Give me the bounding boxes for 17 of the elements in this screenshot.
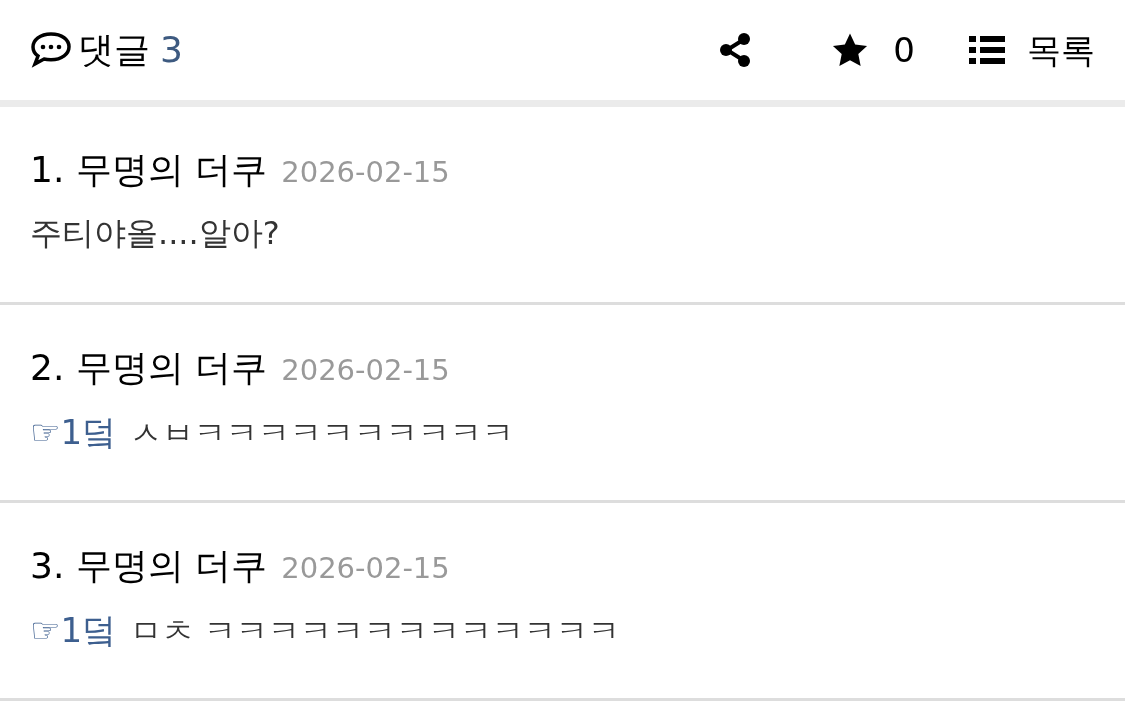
comment-text: 주티야올....알아? bbox=[30, 213, 280, 254]
comment-date: 2026-02-15 bbox=[281, 154, 450, 191]
comment-count: 3 bbox=[160, 28, 183, 72]
speech-bubble-icon bbox=[30, 31, 72, 69]
comment-date: 2026-02-15 bbox=[281, 352, 450, 389]
reply-link[interactable]: ☞1덬 bbox=[30, 407, 117, 458]
reply-link[interactable]: ☞1덬 bbox=[30, 605, 117, 656]
comment-text: ㅁㅊ ㅋㅋㅋㅋㅋㅋㅋㅋㅋㅋㅋㅋㅋ bbox=[130, 611, 621, 652]
list-link[interactable]: 목록 bbox=[1027, 24, 1095, 76]
comment-text: ㅅㅂㅋㅋㅋㅋㅋㅋㅋㅋㅋㅋ bbox=[130, 413, 515, 454]
comment-date: 2026-02-15 bbox=[281, 550, 450, 587]
star-count: 0 bbox=[893, 28, 915, 72]
comment-author: 1. 무명의 더쿠 bbox=[30, 148, 268, 192]
comment-author: 2. 무명의 더쿠 bbox=[30, 346, 268, 390]
comment-author: 3. 무명의 더쿠 bbox=[30, 544, 268, 588]
comments-label: 댓글 bbox=[78, 28, 150, 72]
list-icon[interactable] bbox=[969, 35, 1005, 65]
